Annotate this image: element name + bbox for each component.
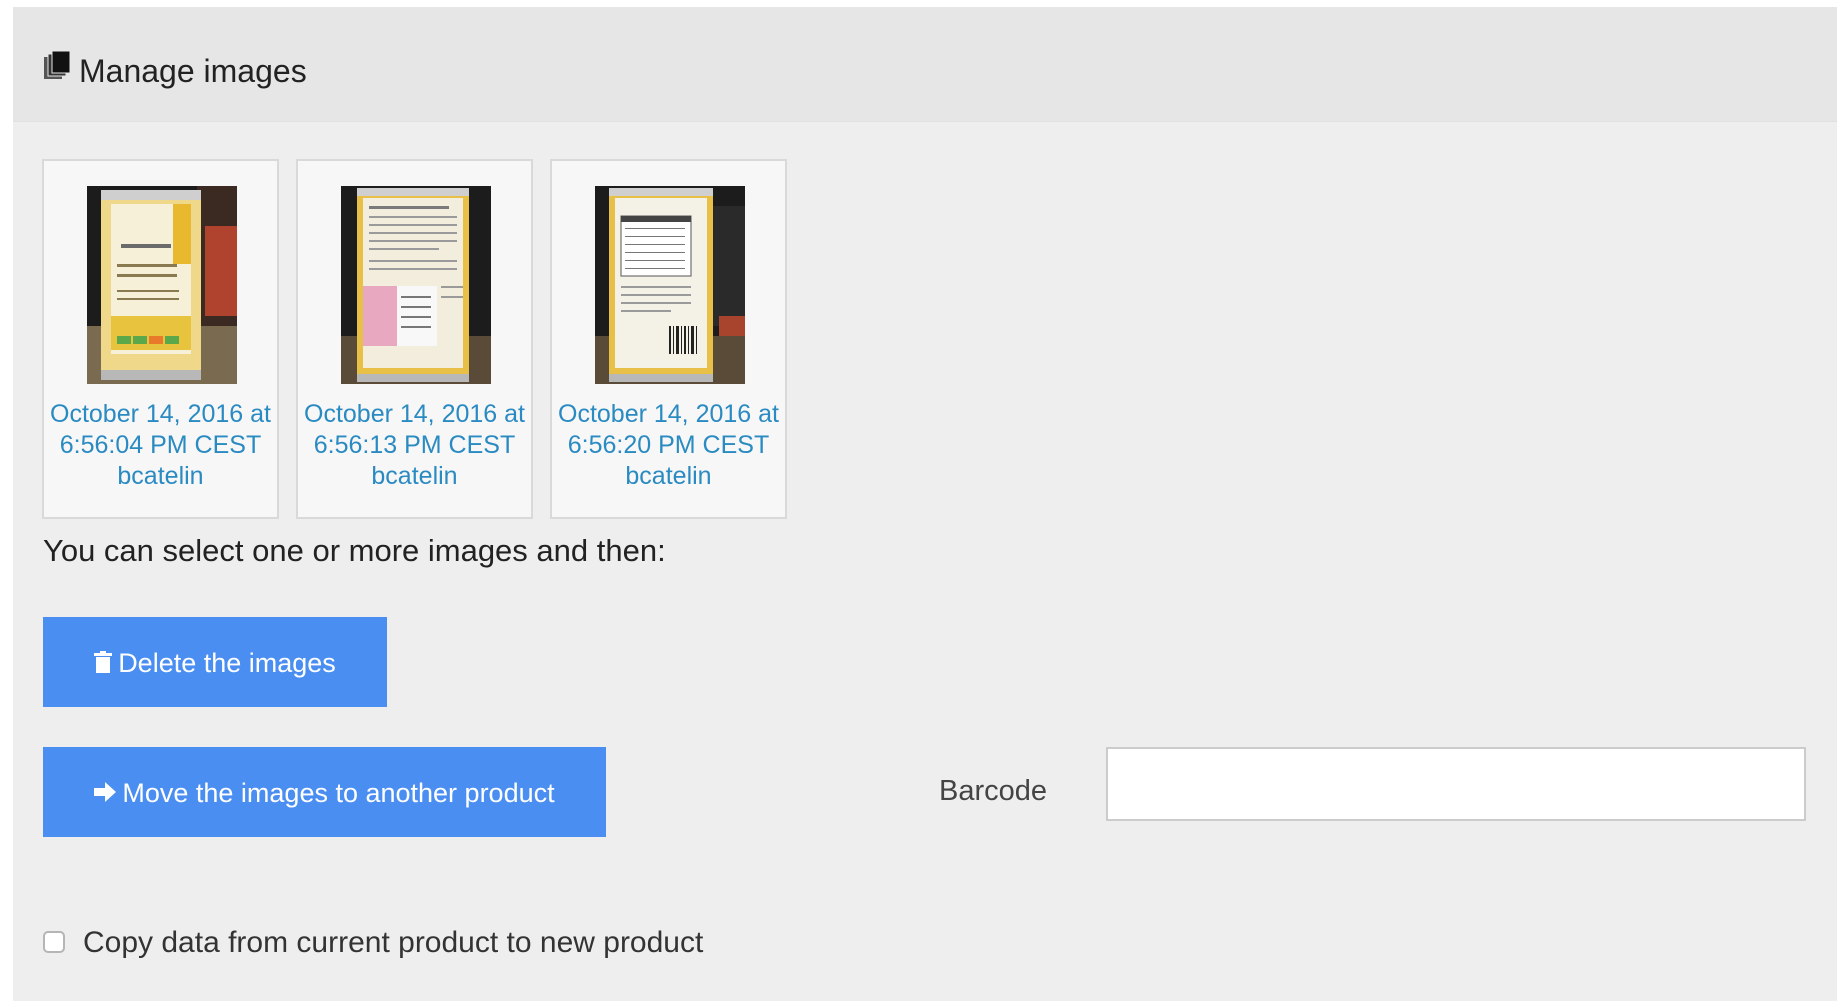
image-time[interactable]: 6:56:04 PM CEST <box>44 430 277 461</box>
move-images-button[interactable]: Move the images to another product <box>43 747 606 837</box>
delete-images-label: Delete the images <box>118 648 336 678</box>
arrow-right-icon <box>94 781 117 802</box>
barcode-label: Barcode <box>939 775 1048 807</box>
move-images-label: Move the images to another product <box>122 778 555 808</box>
image-uploader[interactable]: bcatelin <box>298 461 531 492</box>
panel-header: Manage images <box>13 7 1837 122</box>
copy-data-label[interactable]: Copy data from current product to new pr… <box>83 923 703 963</box>
product-image-thumbnail[interactable] <box>87 186 237 384</box>
image-time[interactable]: 6:56:13 PM CEST <box>298 430 531 461</box>
product-image-thumbnail[interactable] <box>595 186 745 384</box>
image-date[interactable]: October 14, 2016 at <box>44 399 277 430</box>
image-card[interactable]: October 14, 2016 at 6:56:13 PM CEST bcat… <box>296 159 533 519</box>
image-caption-link[interactable]: October 14, 2016 at 6:56:20 PM CEST bcat… <box>552 399 785 492</box>
image-time[interactable]: 6:56:20 PM CEST <box>552 430 785 461</box>
image-uploader[interactable]: bcatelin <box>552 461 785 492</box>
image-caption-link[interactable]: October 14, 2016 at 6:56:04 PM CEST bcat… <box>44 399 277 492</box>
barcode-input[interactable] <box>1106 747 1806 821</box>
images-icon <box>44 51 71 79</box>
selection-instructions: You can select one or more images and th… <box>43 533 666 568</box>
image-card[interactable]: October 14, 2016 at 6:56:20 PM CEST bcat… <box>550 159 787 519</box>
image-caption-link[interactable]: October 14, 2016 at 6:56:13 PM CEST bcat… <box>298 399 531 492</box>
delete-images-button[interactable]: Delete the images <box>43 617 387 707</box>
image-uploader[interactable]: bcatelin <box>44 461 277 492</box>
image-date[interactable]: October 14, 2016 at <box>552 399 785 430</box>
manage-images-panel: Manage images October 14, 2016 at 6:56:0… <box>13 7 1837 1001</box>
trash-icon <box>94 650 113 673</box>
product-image-thumbnail[interactable] <box>341 186 491 384</box>
copy-data-checkbox[interactable] <box>43 931 65 953</box>
image-date[interactable]: October 14, 2016 at <box>298 399 531 430</box>
image-card[interactable]: October 14, 2016 at 6:56:04 PM CEST bcat… <box>42 159 279 519</box>
panel-title: Manage images <box>79 53 307 89</box>
